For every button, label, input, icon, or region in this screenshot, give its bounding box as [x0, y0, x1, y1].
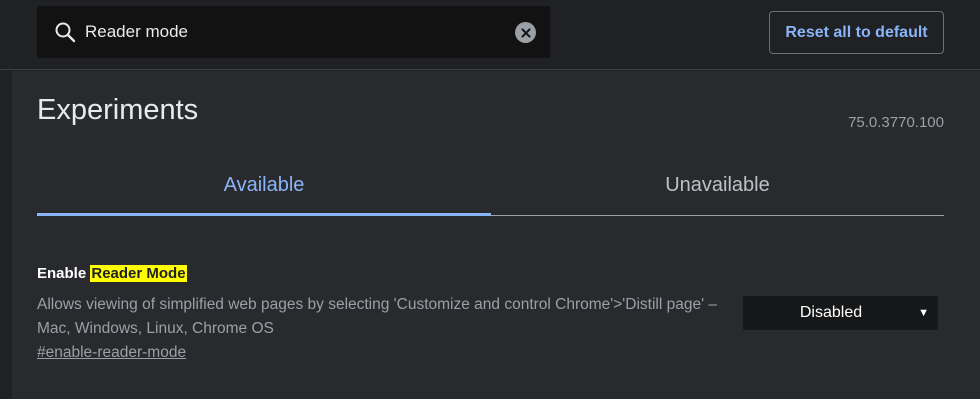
- experiment-title-prefix: Enable: [37, 265, 91, 282]
- version-label: 75.0.3770.100: [848, 114, 944, 131]
- experiment-description: Allows viewing of simplified web pages b…: [37, 296, 717, 337]
- experiment-permalink[interactable]: #enable-reader-mode: [37, 344, 186, 362]
- search-match-highlight: Reader Mode: [90, 265, 187, 282]
- tab-unavailable[interactable]: Unavailable: [491, 160, 944, 216]
- experiment-state-select[interactable]: Disabled ▼: [743, 296, 938, 330]
- clear-search-icon[interactable]: [515, 22, 536, 43]
- tab-available[interactable]: Available: [37, 160, 491, 216]
- reset-all-button[interactable]: Reset all to default: [769, 11, 944, 54]
- page-title: Experiments: [37, 94, 199, 126]
- select-value: Disabled: [799, 304, 863, 321]
- triangle-down-icon: ▼: [918, 307, 929, 319]
- search-box[interactable]: [37, 6, 550, 58]
- search-input[interactable]: [85, 20, 505, 44]
- search-icon: [55, 22, 76, 43]
- top-bar: Reset all to default: [0, 0, 980, 70]
- experiment-title: Enable Reader Mode: [37, 265, 187, 282]
